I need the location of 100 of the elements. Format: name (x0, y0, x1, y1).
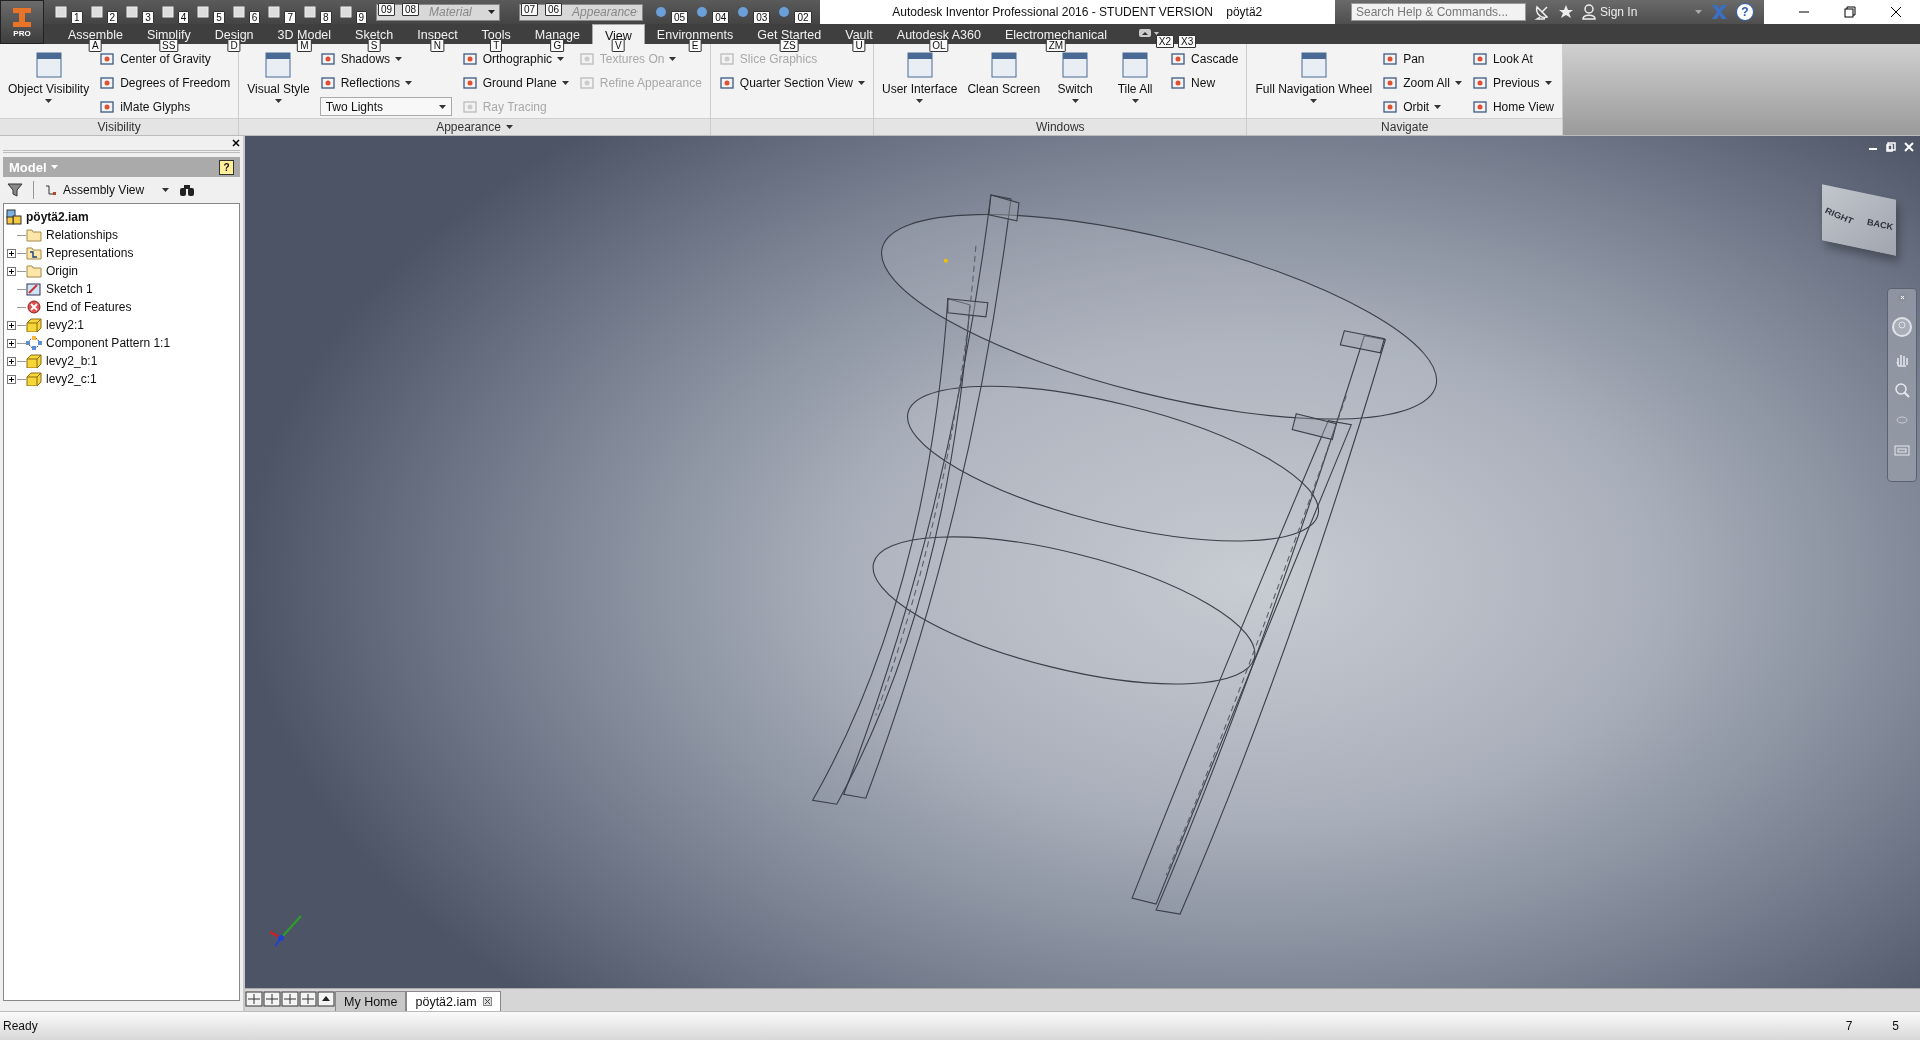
frame-icon (461, 51, 478, 67)
tree-item[interactable]: Component Pattern 1:1 (26, 334, 171, 352)
ribbon-button[interactable]: Reflections (319, 73, 413, 93)
restore-icon[interactable] (1844, 6, 1856, 18)
close-icon[interactable] (482, 997, 492, 1006)
keytip: S (367, 39, 381, 52)
keytip: 06 (545, 3, 563, 16)
tree-item[interactable]: levy2:1 (26, 316, 85, 334)
ribbon-button[interactable]: iMate Glyphs (99, 97, 191, 117)
ribbon-button[interactable]: Shadows (319, 49, 403, 69)
panel-title[interactable]: Visibility (97, 120, 141, 134)
application-button[interactable]: PRO (0, 0, 44, 44)
expand-icon[interactable] (7, 374, 16, 384)
ribbon-button[interactable]: Quarter Section View (718, 73, 865, 93)
binoculars-icon[interactable] (179, 183, 195, 197)
window-title: Autodesk Inventor Professional 2016 - STUDENT VERSION pöytä2 (891, 4, 1264, 21)
ribbon-button[interactable]: Ground Plane (461, 73, 569, 93)
square-icon (160, 5, 175, 19)
sign-in-button[interactable]: Sign In (1582, 4, 1702, 20)
frame-icon (1170, 75, 1187, 91)
keytip: 8 (319, 11, 332, 24)
keytip: 7 (284, 11, 296, 24)
keytip: 4 (177, 11, 190, 24)
document-tab[interactable]: pöytä2.iam (406, 991, 501, 1011)
ribbon-button[interactable]: Cascade (1170, 49, 1239, 69)
tree-item[interactable]: End of Features (26, 298, 132, 316)
frame-icon (319, 51, 336, 67)
ribbon-button[interactable]: Clean Screen (967, 47, 1041, 118)
search-field[interactable]: Search Help & Commands... (1351, 3, 1526, 21)
globe-icon (736, 5, 751, 19)
help-button[interactable]: ? (1736, 3, 1754, 21)
window-layout-icon[interactable] (281, 991, 299, 1007)
keytip: G (550, 39, 565, 52)
origin-point-icon (943, 258, 948, 263)
help-button[interactable]: ? (219, 159, 234, 175)
close-icon[interactable] (1890, 6, 1902, 18)
view-dropdown[interactable]: Assembly View (44, 183, 169, 197)
expand-icon[interactable] (7, 338, 16, 348)
ribbon-button[interactable]: Full Navigation Wheel (1255, 47, 1373, 118)
square-icon (89, 5, 104, 19)
tree-item[interactable]: Relationships (26, 226, 119, 244)
tree-item[interactable]: levy2_b:1 (26, 352, 98, 370)
ribbon-button[interactable]: Home View (1471, 97, 1554, 117)
ribbon-button[interactable]: Pan (1382, 49, 1425, 69)
pattern-icon (26, 336, 42, 350)
frame-icon (99, 51, 116, 67)
panel-title[interactable]: Navigate (1381, 120, 1429, 134)
ribbon-button[interactable]: Degrees of Freedom (99, 73, 231, 93)
ribbon-toggle-icon[interactable] (1139, 29, 1162, 39)
status-value: 5 (1892, 1019, 1899, 1033)
expand-icon[interactable] (7, 356, 16, 366)
keytip: A (89, 39, 102, 52)
frame-icon (578, 75, 595, 91)
expand-icon[interactable] (7, 248, 16, 258)
window-layout-icon[interactable] (245, 991, 263, 1007)
document-tab[interactable]: My Home (335, 991, 407, 1011)
panel-title[interactable]: Appearance (436, 120, 513, 134)
tree-item[interactable]: Sketch 1 (26, 280, 93, 298)
ribbon-button[interactable]: Center of Gravity (99, 49, 211, 69)
tree-item[interactable]: levy2_c:1 (26, 370, 97, 388)
globe-icon (777, 5, 792, 19)
keytip: X2 (1155, 35, 1175, 48)
frame-icon (1471, 99, 1488, 115)
keytip: M (297, 39, 312, 52)
lighting-dropdown[interactable]: Two Lights (319, 97, 452, 116)
restore-icon[interactable] (1886, 142, 1896, 152)
satellite-dish-icon[interactable] (1534, 4, 1550, 20)
ribbon-button[interactable]: Object Visibility (8, 47, 90, 118)
tree-item[interactable]: Representations (26, 244, 134, 262)
frame-icon (1382, 75, 1399, 91)
frame-icon (461, 75, 478, 91)
frame-icon (319, 75, 336, 91)
toolbar-button[interactable] (52, 5, 70, 19)
tree-item[interactable]: Origin (26, 262, 78, 280)
expand-icon[interactable] (7, 320, 16, 330)
window-layout-icon[interactable] (299, 991, 317, 1007)
ribbon-button[interactable]: Orbit (1382, 97, 1442, 117)
star-icon[interactable] (1558, 4, 1574, 20)
keytip: 05 (671, 11, 689, 24)
ribbon-button[interactable]: New (1170, 73, 1216, 93)
keytip: X3 (1178, 35, 1197, 48)
cube-icon (26, 354, 42, 368)
ribbon-button[interactable]: Look At (1471, 49, 1533, 69)
square-icon (338, 5, 353, 19)
hierarchy-icon (44, 184, 58, 196)
filter-icon[interactable] (7, 183, 23, 197)
cube-face-label[interactable]: BACK (1867, 216, 1893, 233)
assembly-icon (6, 209, 22, 225)
ribbon-button[interactable]: Tile All (1110, 47, 1161, 118)
expand-icon[interactable] (7, 266, 16, 276)
panel-title[interactable]: Windows (1035, 120, 1085, 134)
close-icon[interactable] (232, 139, 240, 147)
ribbon-button[interactable]: Previous (1471, 73, 1552, 93)
keytip: 5 (213, 11, 225, 24)
tree-item[interactable]: pöytä2.iam (6, 208, 237, 226)
ribbon-button[interactable]: Orthographic (461, 49, 565, 69)
window-layout-icon[interactable] (263, 991, 281, 1007)
folder-icon (26, 246, 42, 260)
frame-icon (1382, 51, 1399, 67)
ribbon-button[interactable]: Zoom All (1382, 73, 1462, 93)
